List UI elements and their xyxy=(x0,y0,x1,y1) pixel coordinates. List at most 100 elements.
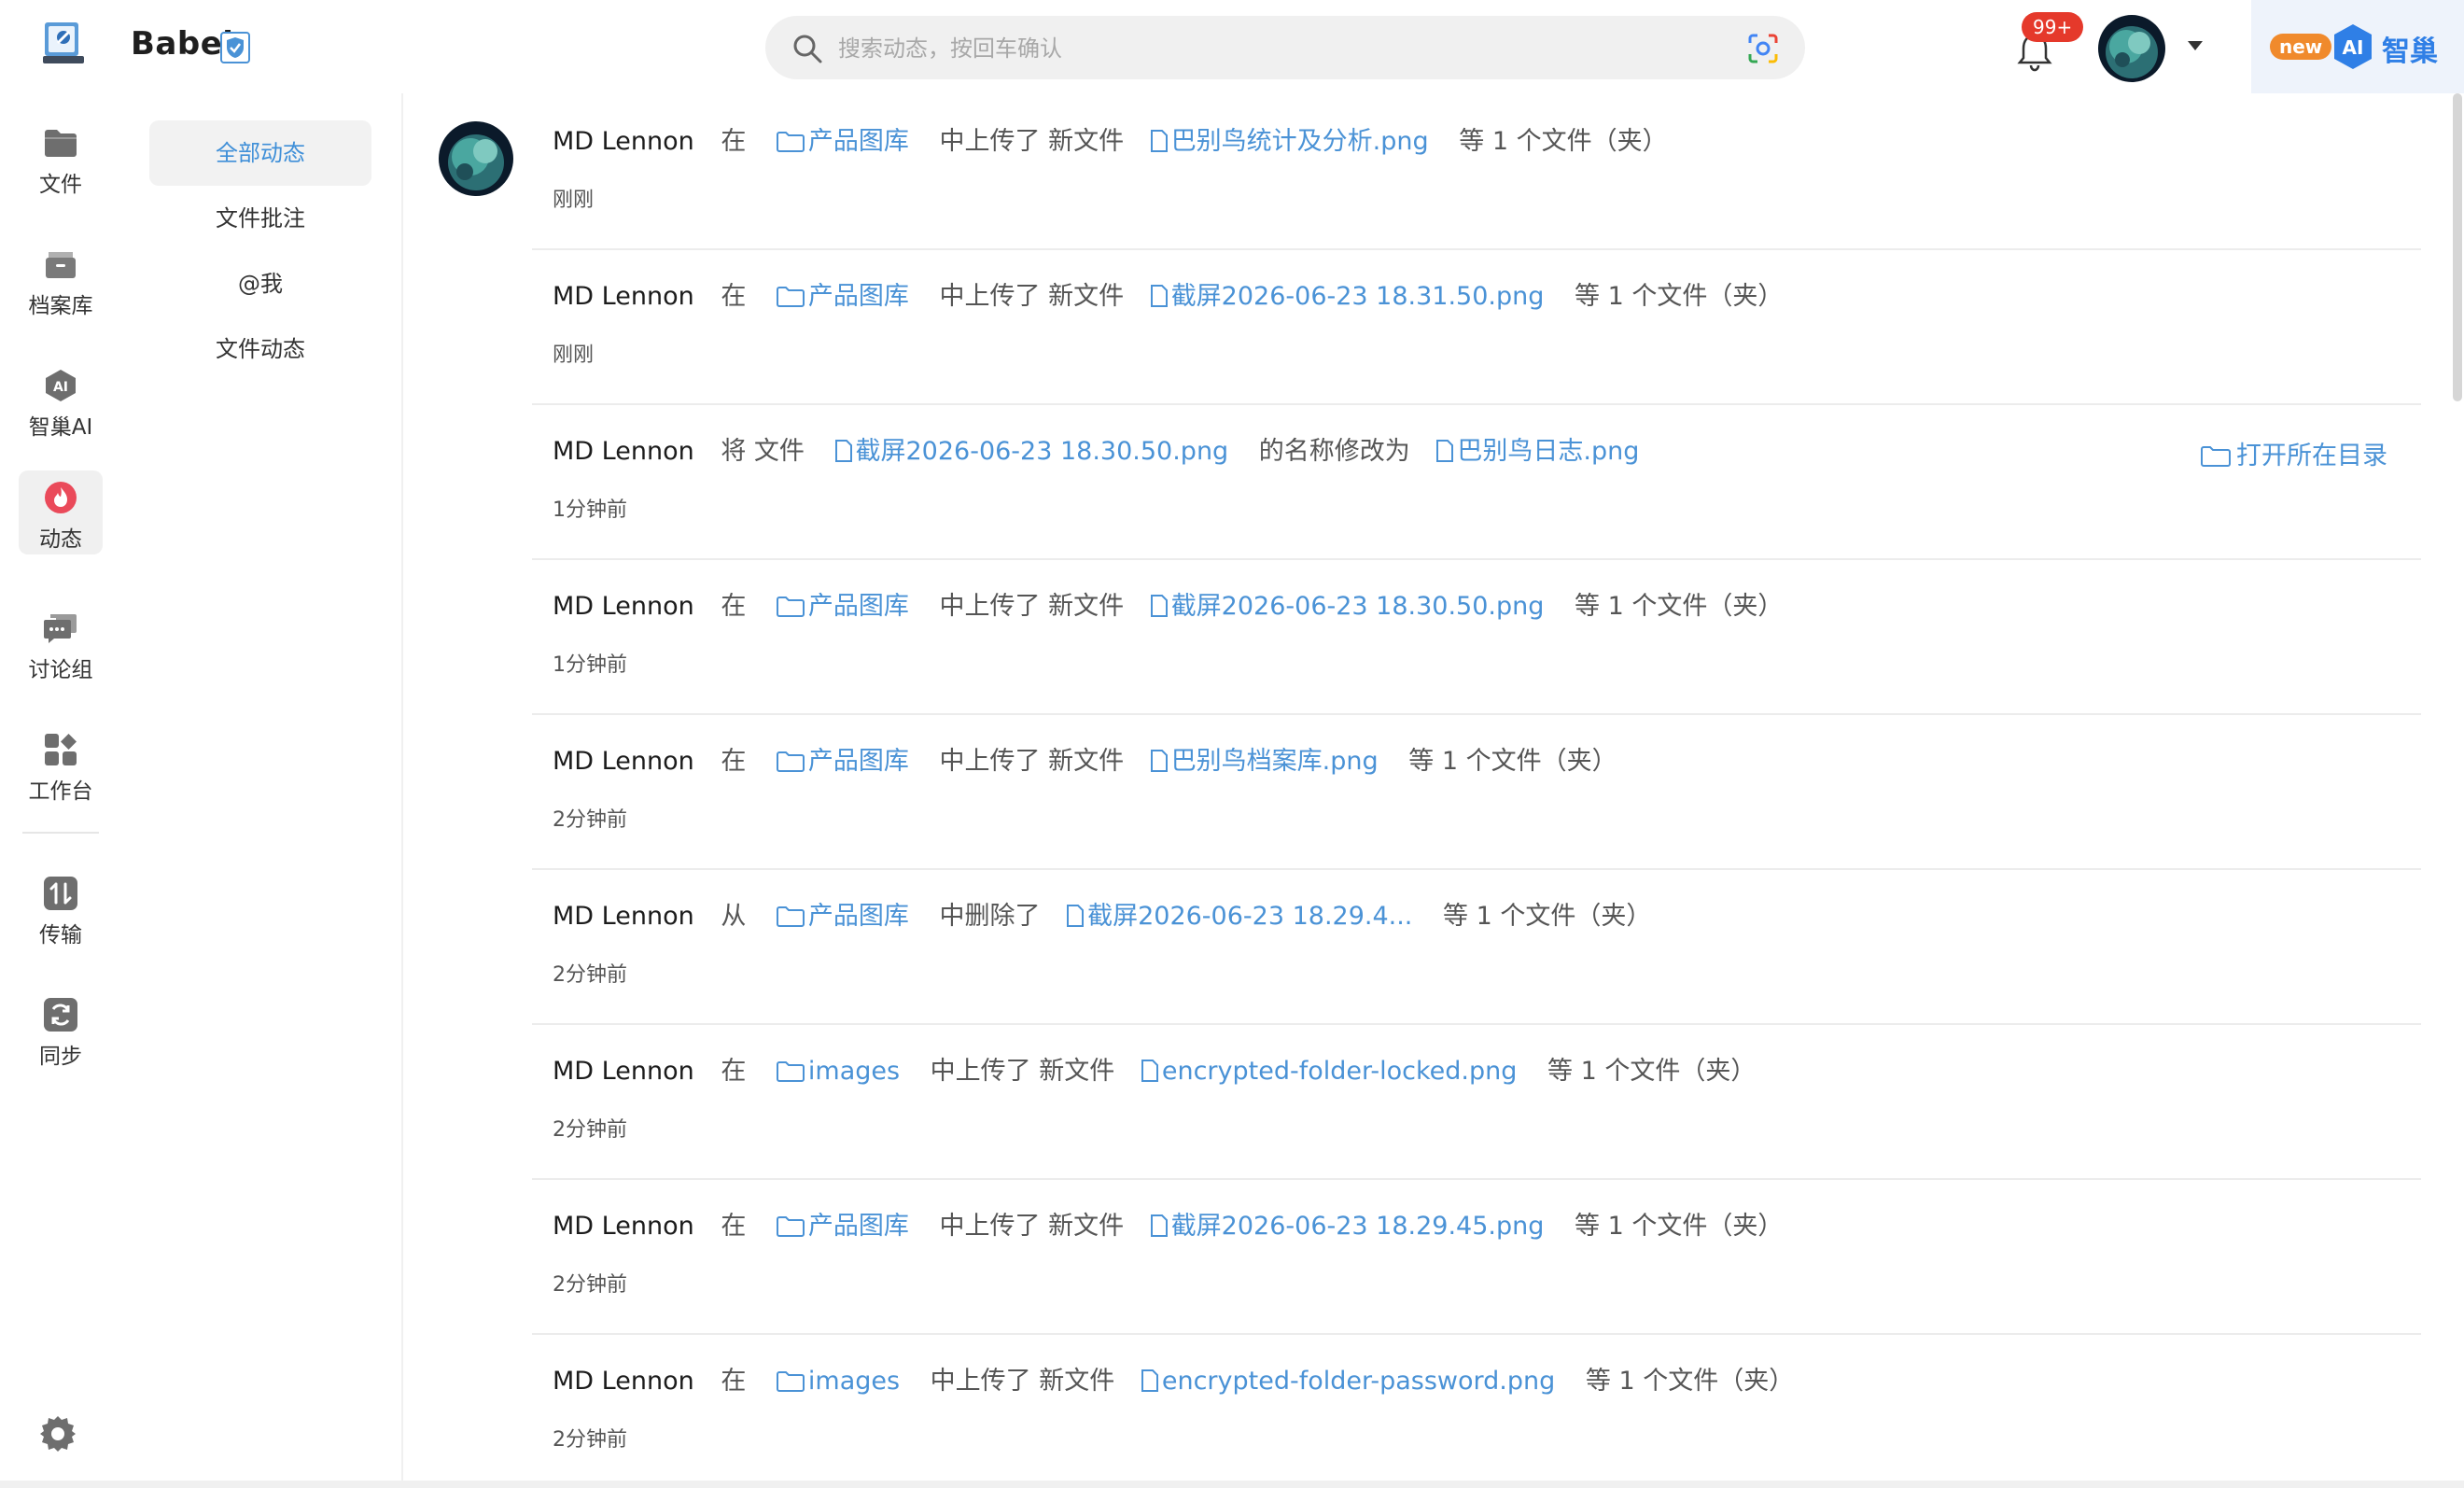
activity-action: 中删除了 xyxy=(939,901,1041,931)
nav-label: 传输 xyxy=(39,923,82,948)
activity-verb: 在 xyxy=(721,1366,747,1396)
sync-icon xyxy=(44,998,77,1032)
activity-verb: 从 xyxy=(721,901,747,931)
feed-scrollbar[interactable] xyxy=(2453,93,2462,401)
nav-label: 同步 xyxy=(39,1045,82,1069)
subnav-file-activity[interactable]: 文件动态 xyxy=(149,316,371,382)
subnav-file-annotations[interactable]: 文件批注 xyxy=(149,186,371,251)
nav-item-files[interactable]: 文件 xyxy=(19,116,103,200)
folder-link[interactable]: images xyxy=(776,1052,900,1091)
folder-outline-icon xyxy=(776,596,805,617)
folder-outline-icon xyxy=(776,905,805,927)
activity-verb: 在 xyxy=(721,591,747,621)
activity-action: 中上传了 新文件 xyxy=(939,1211,1125,1241)
folder-link[interactable]: 产品图库 xyxy=(776,897,909,936)
file-count: 等 1 个文件（夹） xyxy=(1459,126,1668,156)
image-search-icon[interactable] xyxy=(1747,34,1779,63)
file-count: 等 1 个文件（夹） xyxy=(1547,1056,1757,1086)
nav-label: 档案库 xyxy=(28,294,93,318)
activity-action: 中上传了 新文件 xyxy=(930,1366,1115,1396)
file-count: 等 1 个文件（夹） xyxy=(1443,901,1652,931)
archive-icon xyxy=(46,252,76,278)
actor-name[interactable]: MD Lennon xyxy=(553,587,694,626)
subnav-mentions[interactable]: @我 xyxy=(149,251,371,316)
chat-icon xyxy=(44,614,77,643)
file-outline-icon xyxy=(1141,1369,1158,1392)
activity-time: 2分钟前 xyxy=(553,1273,627,1297)
folder-outline-icon xyxy=(776,1370,805,1392)
file-link[interactable]: encrypted-folder-locked.png xyxy=(1141,1052,1517,1091)
folder-outline-icon xyxy=(776,1215,805,1237)
subnav-all-activity[interactable]: 全部动态 xyxy=(149,120,371,186)
notification-count-badge[interactable]: 99+ xyxy=(2022,12,2084,42)
actor-name[interactable]: MD Lennon xyxy=(553,122,694,161)
actor-name[interactable]: MD Lennon xyxy=(553,1052,694,1091)
actor-name[interactable]: MD Lennon xyxy=(553,277,694,316)
activity-time: 2分钟前 xyxy=(553,1428,627,1452)
nav-item-sync[interactable]: 同步 xyxy=(19,988,103,1072)
file-link[interactable]: 巴别鸟统计及分析.png xyxy=(1150,122,1429,161)
app-logo-icon[interactable] xyxy=(41,21,86,65)
file-outline-icon xyxy=(1150,749,1168,772)
actor-name[interactable]: MD Lennon xyxy=(553,1362,694,1401)
activity-row: MD Lennon 在 产品图库 中上传了 新文件 截屏2026-06-23 1… xyxy=(532,248,2421,405)
activity-action: 中上传了 新文件 xyxy=(939,281,1125,311)
ai-entry-button[interactable]: new AI 智巢 xyxy=(2251,0,2464,93)
folder-link[interactable]: 产品图库 xyxy=(776,277,909,316)
open-directory-link[interactable]: 打开所在目录 xyxy=(2201,435,2387,471)
flame-icon xyxy=(45,482,77,513)
file-link[interactable]: 截屏2026-06-23 18.29.4... xyxy=(1067,897,1412,936)
activity-sub-nav: 全部动态 文件批注 @我 文件动态 xyxy=(119,93,403,1488)
file-count: 等 1 个文件（夹） xyxy=(1574,281,1784,311)
activity-time: 刚刚 xyxy=(553,189,595,212)
activity-time: 1分钟前 xyxy=(553,498,627,522)
file-count: 等 1 个文件（夹） xyxy=(1574,591,1784,621)
renamed-file-link[interactable]: 巴别鸟日志.png xyxy=(1436,432,1639,471)
activity-verb: 在 xyxy=(721,281,747,311)
activity-action: 中上传了 新文件 xyxy=(939,746,1125,776)
folder-link[interactable]: 产品图库 xyxy=(776,1207,909,1246)
user-avatar[interactable] xyxy=(2098,15,2165,82)
folder-outline-icon xyxy=(2201,446,2231,467)
file-link[interactable]: 截屏2026-06-23 18.30.50.png xyxy=(834,432,1228,471)
nav-item-transfer[interactable]: 传输 xyxy=(19,866,103,950)
folder-icon xyxy=(45,130,77,157)
chevron-down-icon[interactable] xyxy=(2188,41,2203,50)
file-outline-icon xyxy=(1436,439,1454,462)
activity-action: 中上传了 新文件 xyxy=(930,1056,1115,1086)
folder-link[interactable]: 产品图库 xyxy=(776,587,909,626)
file-outline-icon xyxy=(834,439,852,462)
svg-text:AI: AI xyxy=(2343,36,2364,59)
activity-row: MD Lennon 在 产品图库 中上传了 新文件 截屏2026-06-23 1… xyxy=(532,558,2421,715)
folder-link[interactable]: 产品图库 xyxy=(776,742,909,781)
nav-item-discussion[interactable]: 讨论组 xyxy=(19,601,103,685)
activity-time: 2分钟前 xyxy=(553,963,627,987)
actor-name[interactable]: MD Lennon xyxy=(553,432,694,471)
file-link[interactable]: 截屏2026-06-23 18.30.50.png xyxy=(1150,587,1544,626)
folder-link[interactable]: 产品图库 xyxy=(776,122,909,161)
nav-item-activity[interactable]: 动态 xyxy=(19,470,103,554)
actor-name[interactable]: MD Lennon xyxy=(553,742,694,781)
file-link[interactable]: encrypted-folder-password.png xyxy=(1141,1362,1555,1401)
nav-item-ai[interactable]: AI 智巢AI xyxy=(19,358,103,442)
activity-row: MD Lennon 在 images 中上传了 新文件 encrypted-fo… xyxy=(532,1333,2421,1488)
nav-label: 文件 xyxy=(39,173,82,197)
gear-icon[interactable] xyxy=(37,1413,78,1454)
folder-outline-icon xyxy=(776,131,805,152)
activity-row: MD Lennon 在 images 中上传了 新文件 encrypted-fo… xyxy=(532,1023,2421,1180)
search-input[interactable] xyxy=(836,27,1680,70)
nav-item-workbench[interactable]: 工作台 xyxy=(19,723,103,807)
search-bar[interactable] xyxy=(765,16,1805,79)
actor-name[interactable]: MD Lennon xyxy=(553,897,694,936)
activity-user-avatar[interactable] xyxy=(439,121,513,196)
folder-link[interactable]: images xyxy=(776,1362,900,1401)
file-link[interactable]: 巴别鸟档案库.png xyxy=(1150,742,1379,781)
file-link[interactable]: 截屏2026-06-23 18.31.50.png xyxy=(1150,277,1544,316)
actor-name[interactable]: MD Lennon xyxy=(553,1207,694,1246)
nav-item-archive[interactable]: 档案库 xyxy=(19,237,103,321)
search-icon xyxy=(793,35,822,63)
ai-icon: AI xyxy=(46,370,76,401)
file-link[interactable]: 截屏2026-06-23 18.29.45.png xyxy=(1150,1207,1544,1246)
file-outline-icon xyxy=(1150,129,1168,152)
nav-label: 讨论组 xyxy=(28,658,93,682)
